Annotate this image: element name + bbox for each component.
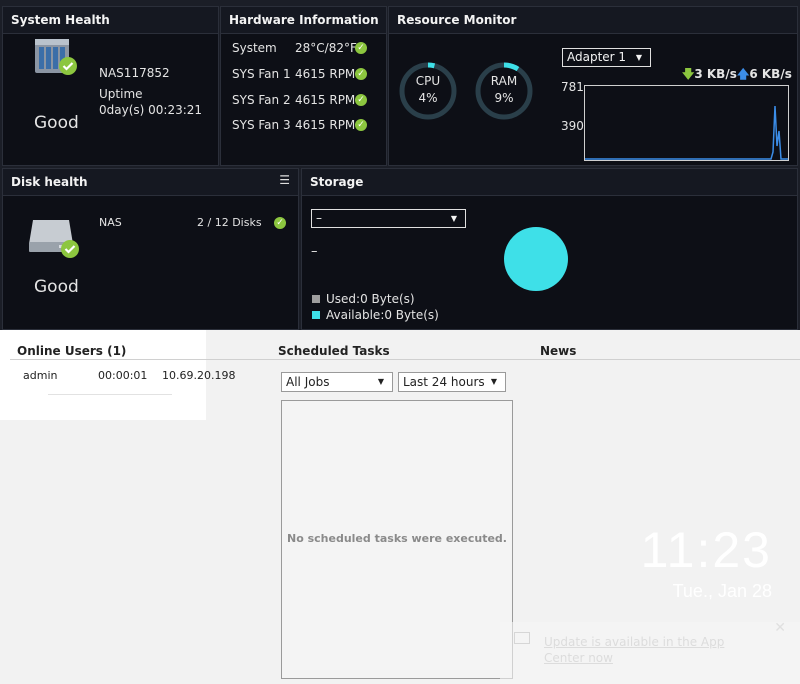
device-name: NAS117852 — [99, 66, 170, 80]
nas-device-icon — [31, 31, 79, 79]
storage-panel: Storage – ▼ – Used:0 Byte(s) Available:0… — [301, 168, 798, 330]
download-rate-value: 3 KB/s — [694, 67, 737, 81]
hardware-info-title: Hardware Information — [221, 7, 386, 34]
close-icon[interactable]: ✕ — [774, 620, 786, 636]
check-icon — [355, 119, 367, 131]
jobs-filter-value: All Jobs — [286, 375, 330, 389]
time-range-select[interactable]: Last 24 hours ▼ — [398, 372, 506, 392]
graph-y-mid: 390 — [561, 119, 584, 133]
hardware-info-panel: Hardware Information System 28°C/82°F SY… — [220, 6, 387, 166]
chevron-down-icon: ▼ — [377, 377, 384, 386]
hardware-row-label: System — [232, 41, 277, 55]
upload-rate-value: 6 KB/s — [749, 67, 792, 81]
resource-monitor-panel: Resource Monitor CPU 4% RAM 9% Adapter 1… — [388, 6, 798, 166]
used-legend-swatch — [312, 295, 320, 303]
check-icon — [355, 42, 367, 54]
update-notification[interactable]: Update is available in the App Center no… — [500, 620, 800, 684]
uptime-value: 0day(s) 00:23:21 — [99, 103, 203, 117]
online-users-underline — [48, 394, 172, 395]
hardware-row-value: 4615 RPM — [295, 67, 356, 81]
graph-y-max: 781 — [561, 80, 584, 94]
desktop-clock: 11:23 Tue., Jan 28 — [600, 520, 772, 602]
system-health-panel: System Health Good NAS117852 Uptime 0day… — [2, 6, 219, 166]
hardware-row-value: 28°C/82°F — [295, 41, 357, 55]
storage-volume-label: – — [311, 244, 318, 259]
adapter-select-value: Adapter 1 — [567, 50, 627, 64]
storage-available: Available:0 Byte(s) — [312, 308, 439, 322]
storage-pie-chart — [504, 227, 568, 291]
check-icon — [355, 68, 367, 80]
scheduled-tasks-title: Scheduled Tasks — [278, 344, 390, 358]
chevron-down-icon: ▼ — [450, 214, 457, 223]
list-icon[interactable]: ☰ — [279, 167, 290, 194]
adapter-select[interactable]: Adapter 1 ▼ — [562, 48, 651, 67]
available-legend-text: Available:0 Byte(s) — [326, 308, 439, 322]
scheduled-tasks-empty-message: No scheduled tasks were executed. — [287, 532, 507, 545]
storage-title: Storage — [302, 169, 797, 196]
storage-select-value: – — [316, 211, 322, 225]
online-users-title: Online Users (1) — [17, 344, 127, 358]
news-title: News — [540, 344, 577, 358]
uptime-label: Uptime — [99, 87, 143, 101]
online-user-duration: 00:00:01 — [98, 369, 148, 382]
system-health-title: System Health — [3, 7, 218, 34]
download-arrow-icon: 🡇 — [682, 67, 695, 81]
online-user-ip: 10.69.20.198 — [162, 369, 236, 382]
online-user-name: admin — [23, 369, 58, 382]
monitor-icon — [514, 632, 530, 644]
disk-health-status: Good — [34, 277, 79, 297]
check-icon — [355, 94, 367, 106]
clock-date: Tue., Jan 28 — [672, 581, 772, 601]
clock-time: 11:23 — [640, 522, 772, 578]
network-graph-line — [585, 105, 788, 160]
ram-value: 9% — [494, 91, 514, 105]
disk-count: 2 / 12 Disks — [197, 216, 262, 229]
ram-label: RAM — [490, 74, 518, 88]
hardware-row-value: 4615 RPM — [295, 93, 356, 107]
chevron-down-icon: ▼ — [635, 53, 642, 62]
cpu-label: CPU — [415, 74, 441, 88]
available-legend-swatch — [312, 311, 320, 319]
hardware-row-label: SYS Fan 3 — [232, 118, 291, 132]
resource-monitor-title: Resource Monitor — [389, 7, 797, 34]
hardware-row-label: SYS Fan 1 — [232, 67, 291, 81]
disk-health-panel: Disk health ☰ Good NAS 2 / 12 Disks — [2, 168, 299, 330]
disk-health-title: Disk health ☰ — [3, 169, 298, 196]
hardware-row-value: 4615 RPM — [295, 118, 356, 132]
chevron-down-icon: ▼ — [490, 377, 497, 386]
jobs-filter-select[interactable]: All Jobs ▼ — [281, 372, 393, 392]
network-graph — [584, 85, 789, 161]
upload-rate: 🡅6 KB/s — [737, 65, 792, 86]
storage-used: Used:0 Byte(s) — [312, 292, 415, 306]
divider-line — [10, 359, 800, 360]
upload-arrow-icon: 🡅 — [737, 67, 750, 81]
time-range-value: Last 24 hours — [403, 375, 485, 389]
disk-icon — [29, 214, 81, 262]
storage-select[interactable]: – ▼ — [311, 209, 466, 228]
disk-health-name: NAS — [99, 216, 122, 229]
system-health-status: Good — [34, 113, 79, 133]
used-legend-text: Used:0 Byte(s) — [326, 292, 415, 306]
update-notification-text[interactable]: Update is available in the App Center no… — [544, 634, 764, 666]
disk-health-title-text: Disk health — [11, 175, 88, 189]
cpu-value: 4% — [418, 91, 438, 105]
download-rate: 🡇3 KB/s — [682, 65, 737, 86]
hardware-row-label: SYS Fan 2 — [232, 93, 291, 107]
check-icon — [274, 217, 286, 229]
scheduled-tasks-list: No scheduled tasks were executed. — [281, 400, 513, 679]
